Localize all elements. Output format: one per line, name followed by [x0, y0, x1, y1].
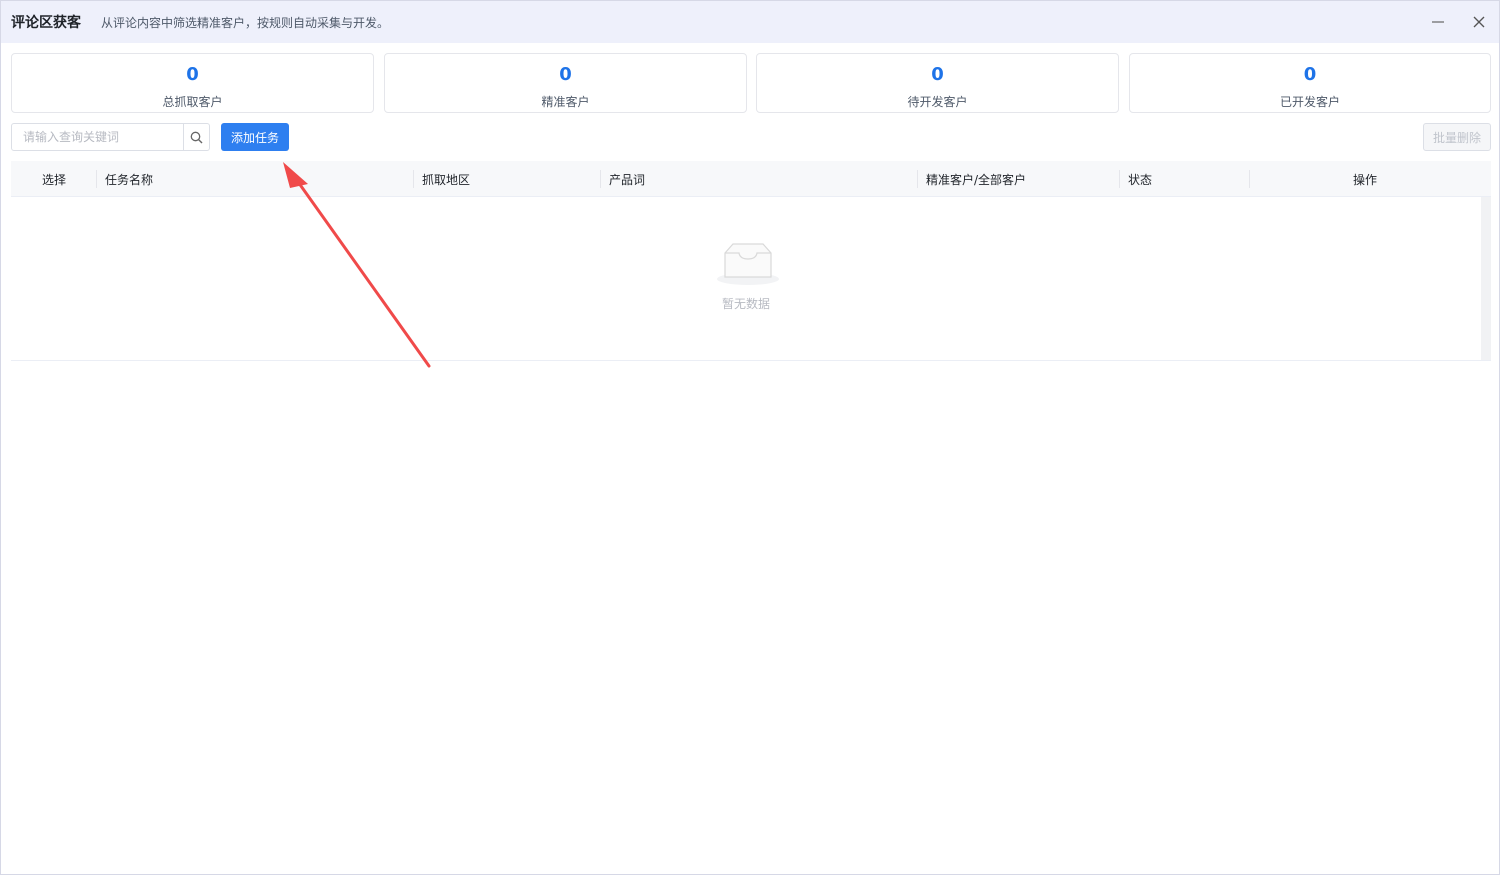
empty-inbox-icon	[717, 243, 779, 285]
stat-value: 0	[186, 64, 199, 85]
stat-value: 0	[559, 64, 572, 85]
table-body: 暂无数据	[11, 197, 1491, 361]
column-header-product-word: 产品词	[609, 173, 646, 187]
column-divider	[600, 170, 601, 188]
minimize-button[interactable]	[1425, 9, 1451, 35]
minimize-icon	[1432, 21, 1444, 23]
column-header-status: 状态	[1128, 173, 1153, 187]
stat-label: 已开发客户	[1279, 95, 1340, 109]
column-divider	[917, 170, 918, 188]
app-window: 评论区获客 从评论内容中筛选精准客户，按规则自动采集与开发。 0 总抓取客户 0…	[0, 0, 1500, 875]
window-title: 评论区获客	[11, 15, 81, 31]
column-header-region: 抓取地区	[422, 173, 471, 187]
search-icon	[190, 131, 203, 143]
search-input[interactable]	[12, 124, 183, 150]
column-header-task-name: 任务名称	[105, 173, 154, 187]
search-box	[11, 123, 210, 151]
window-subtitle: 从评论内容中筛选精准客户，按规则自动采集与开发。	[101, 16, 390, 30]
search-button[interactable]	[183, 124, 209, 150]
stat-card-developed: 0 已开发客户	[1129, 53, 1491, 113]
table-header: 选择 任务名称 抓取地区 产品词 精准客户/全部客户 状态 操作	[11, 161, 1491, 197]
stat-value: 0	[1303, 64, 1317, 85]
stat-card-total: 0 总抓取客户	[11, 53, 374, 113]
column-divider	[1249, 170, 1250, 188]
stat-card-pending: 0 待开发客户	[756, 53, 1119, 113]
column-header-customer-ratio: 精准客户/全部客户	[926, 173, 1027, 187]
column-header-actions: 操作	[1353, 173, 1378, 187]
stat-card-precise: 0 精准客户	[384, 53, 747, 113]
stat-label: 待开发客户	[907, 95, 968, 109]
column-divider	[413, 170, 414, 188]
add-task-button[interactable]: 添加任务	[221, 123, 289, 151]
empty-state-text: 暂无数据	[721, 297, 770, 311]
table-scrollbar[interactable]	[1481, 197, 1491, 360]
stat-value: 0	[931, 64, 944, 85]
stat-label: 精准客户	[541, 95, 590, 109]
stat-label: 总抓取客户	[162, 95, 223, 109]
title-bar: 评论区获客 从评论内容中筛选精准客户，按规则自动采集与开发。	[1, 1, 1499, 43]
column-header-select: 选择	[42, 173, 67, 187]
close-icon	[1473, 16, 1485, 28]
batch-delete-button[interactable]: 批量删除	[1423, 123, 1491, 151]
close-button[interactable]	[1466, 9, 1492, 35]
column-divider	[1119, 170, 1120, 188]
column-divider	[96, 170, 97, 188]
